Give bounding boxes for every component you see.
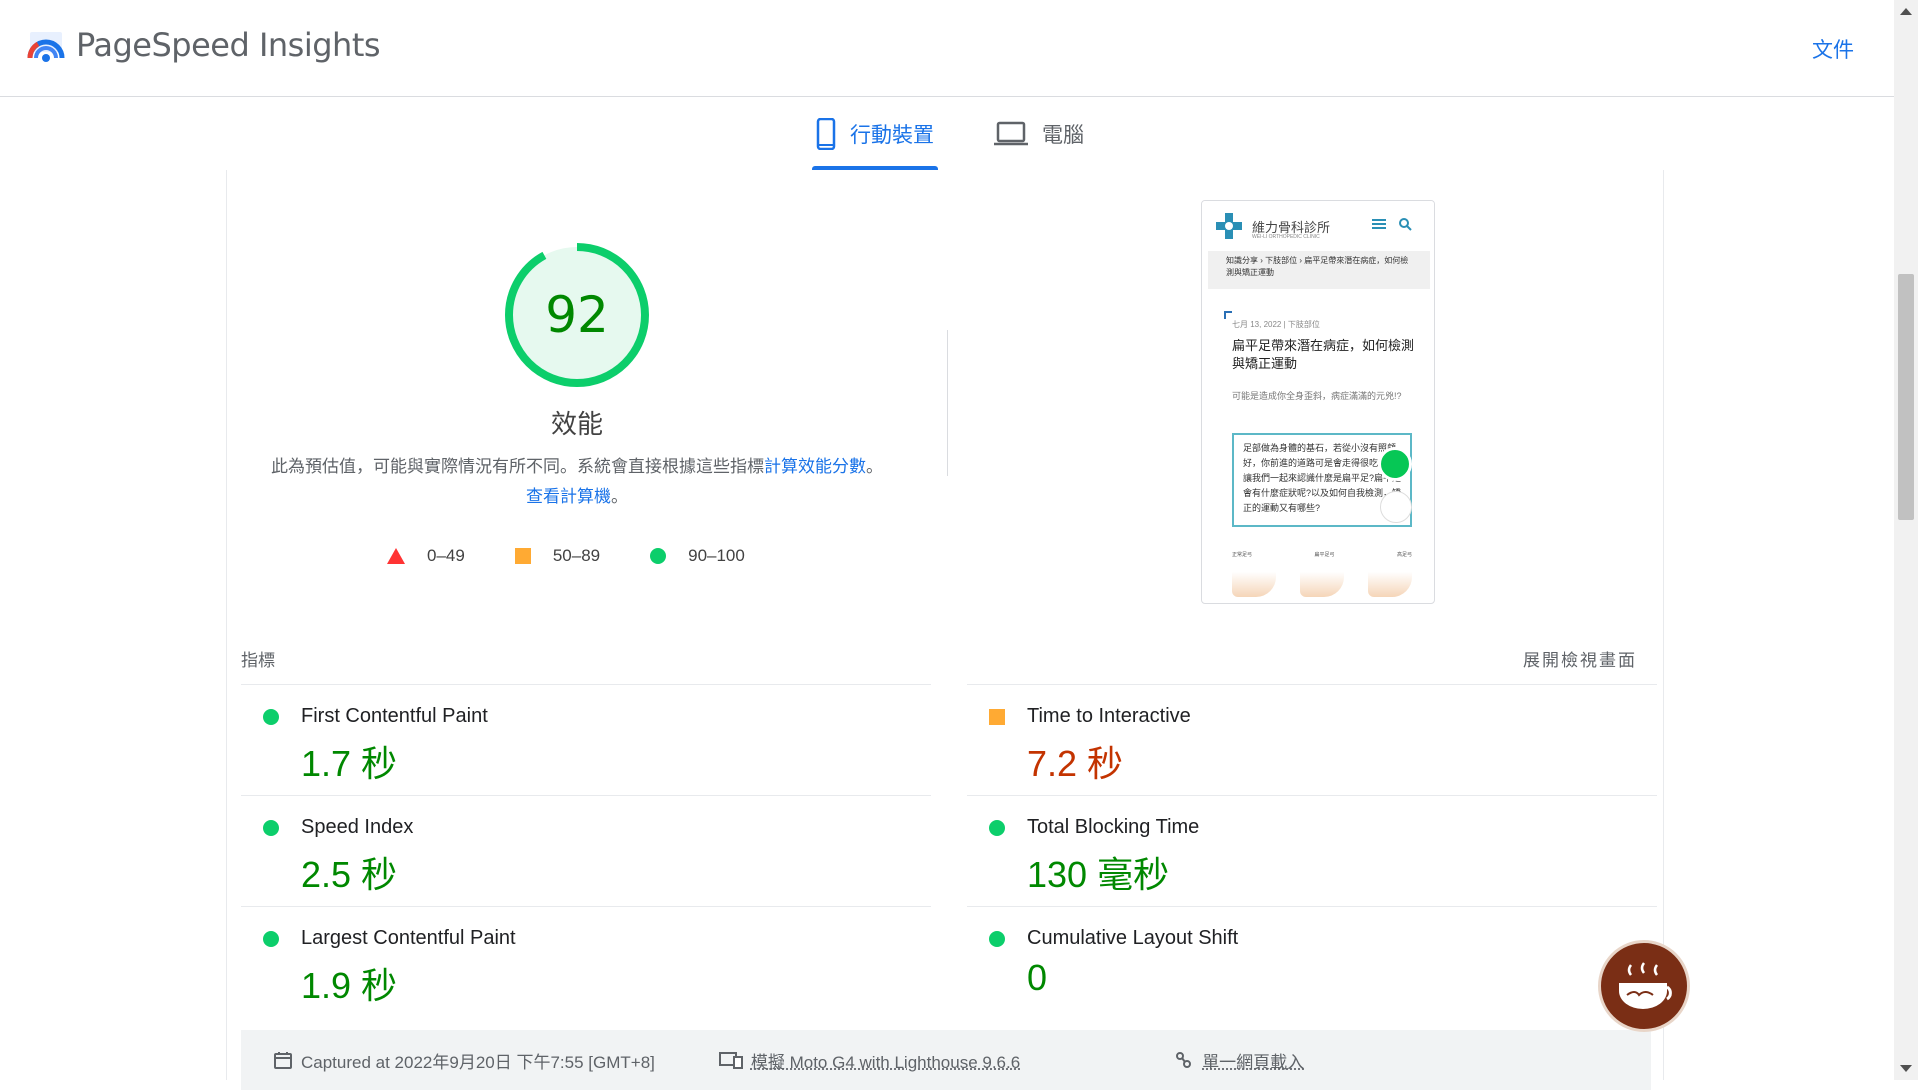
preview-date: 七月 13, 2022 | 下肢部位 — [1232, 320, 1320, 329]
tab-desktop[interactable]: 電腦 — [990, 98, 1088, 170]
pass-circle-icon — [263, 820, 279, 836]
foot-image — [1300, 561, 1344, 597]
metric-tbt: Total Blocking Time 130 毫秒 — [967, 795, 1657, 906]
performance-gauge: 92 — [502, 240, 652, 390]
metric-label: Total Blocking Time — [1027, 816, 1200, 838]
emulated-device[interactable]: 模擬 Moto G4 with Lighthouse 9.6.6 — [718, 1048, 1021, 1073]
devices-icon — [718, 1052, 743, 1069]
metric-label: Time to Interactive — [1027, 705, 1191, 727]
performance-label: 效能 — [550, 409, 603, 439]
page-load-info[interactable]: 單一網頁載入 — [1174, 1048, 1304, 1073]
pass-circle-icon — [263, 709, 279, 725]
brand-title[interactable]: PageSpeed Insights — [76, 26, 381, 64]
preview-breadcrumb: 知識分享 › 下肢部位 › 扁平足帶來潛在病症，如何檢測與矯正運動 — [1208, 251, 1430, 289]
legend-pass: 90–100 — [650, 546, 745, 566]
laptop-icon — [994, 121, 1028, 146]
metric-label: Speed Index — [301, 816, 414, 838]
description-end: 。 — [611, 487, 628, 506]
triangle-icon — [387, 548, 405, 564]
score-description: 此為預估值，可能與實際情況有所不同。系統會直接根據這些指標計算效能分數。查看計算… — [267, 452, 887, 512]
foot-image — [1232, 561, 1276, 597]
clinic-logo-icon — [1216, 213, 1242, 239]
metric-value: 7.2 秒 — [1027, 743, 1124, 784]
metric-lcp: Largest Contentful Paint 1.9 秒 — [241, 906, 931, 1017]
metric-value: 1.7 秒 — [301, 743, 398, 784]
metric-label: Cumulative Layout Shift — [1027, 927, 1239, 949]
page-scrollbar[interactable] — [1894, 0, 1918, 1080]
metric-fcp: First Contentful Paint 1.7 秒 — [241, 684, 931, 795]
calculator-link[interactable]: 查看計算機 — [526, 487, 611, 506]
foot-label: 扁平足弓 — [1314, 552, 1335, 558]
performance-score: 92 — [545, 286, 609, 344]
metric-si: Speed Index 2.5 秒 — [241, 795, 931, 906]
metric-value: 130 毫秒 — [1027, 854, 1170, 895]
metric-label: First Contentful Paint — [301, 705, 488, 727]
runtime-settings: Captured at 2022年9月20日 下午7:55 [GMT+8] 模擬… — [241, 1030, 1651, 1090]
pagespeed-logo-icon[interactable] — [26, 28, 66, 68]
square-icon — [514, 548, 531, 564]
score-legend: 0–49 50–89 90–100 — [387, 546, 745, 566]
calc-score-link[interactable]: 計算效能分數 — [764, 457, 866, 476]
preview-foot-images — [1232, 561, 1412, 597]
metric-cls: Cumulative Layout Shift 0 — [967, 906, 1657, 1017]
foot-image — [1368, 561, 1412, 597]
load-text: 單一網頁載入 — [1202, 1052, 1305, 1072]
buy-coffee-button[interactable] — [1598, 940, 1690, 1032]
scroll-down-icon[interactable] — [1900, 1065, 1912, 1072]
scroll-thumb[interactable] — [1898, 274, 1914, 520]
preview-site-sub: WEI-LI ORTHOPEDIC CLINIC — [1252, 234, 1320, 240]
metric-value: 2.5 秒 — [301, 854, 398, 895]
tab-mobile[interactable]: 行動裝置 — [812, 98, 938, 170]
foot-label: 正常足弓 — [1232, 552, 1253, 558]
metric-value: 1.9 秒 — [301, 965, 398, 1006]
legend-fail: 0–49 — [387, 546, 465, 566]
smartphone-icon — [816, 118, 836, 150]
description-text: 此為預估值，可能與實際情況有所不同。系統會直接根據這些指標 — [271, 457, 764, 476]
pass-circle-icon — [263, 931, 279, 947]
toc-icon — [1380, 491, 1412, 523]
tab-mobile-label: 行動裝置 — [850, 124, 934, 147]
line-chat-icon — [1378, 447, 1412, 481]
final-screenshot[interactable]: 維力骨科診所 WEI-LI ORTHOPEDIC CLINIC 知識分享 › 下… — [1201, 200, 1435, 604]
coffee-cup-icon — [1619, 962, 1672, 1009]
description-mid: 。 — [866, 457, 883, 476]
scroll-up-icon[interactable] — [1900, 8, 1912, 15]
captured-at: Captured at 2022年9月20日 下午7:55 [GMT+8] — [273, 1048, 655, 1073]
pass-circle-icon — [989, 931, 1005, 947]
captured-text: Captured at 2022年9月20日 下午7:55 [GMT+8] — [301, 1052, 655, 1072]
preview-title: 扁平足帶來潛在病症，如何檢測與矯正運動 — [1232, 338, 1415, 371]
single-load-icon — [1176, 1052, 1192, 1068]
search-icon — [1399, 218, 1412, 231]
calendar-icon — [274, 1052, 292, 1069]
preview-foot-labels: 正常足弓 扁平足弓 高足弓 — [1232, 551, 1412, 558]
metric-value: 0 — [1027, 957, 1048, 998]
report-content: 92 效能 此為預估值，可能與實際情況有所不同。系統會直接根據這些指標計算效能分… — [226, 170, 1664, 1090]
docs-link[interactable]: 文件 — [1812, 34, 1854, 64]
menu-icon — [1372, 219, 1386, 221]
tab-desktop-label: 電腦 — [1042, 124, 1084, 147]
legend-average-range: 50–89 — [552, 546, 601, 565]
metrics-heading: 指標 — [241, 651, 275, 670]
expand-view-toggle[interactable]: 展開檢視畫面 — [1523, 646, 1637, 671]
legend-pass-range: 90–100 — [688, 546, 745, 565]
foot-label: 高足弓 — [1396, 552, 1412, 558]
divider — [947, 330, 948, 476]
legend-average: 50–89 — [514, 546, 601, 566]
device-text: 模擬 Moto G4 with Lighthouse 9.6.6 — [750, 1052, 1021, 1072]
metric-tti: Time to Interactive 7.2 秒 — [967, 684, 1657, 795]
metric-label: Largest Contentful Paint — [301, 927, 516, 949]
pass-circle-icon — [989, 820, 1005, 836]
legend-fail-range: 0–49 — [427, 546, 465, 565]
preview-excerpt: 可能是造成你全身歪斜，病症滿滿的元兇!? — [1232, 391, 1402, 401]
average-square-icon — [989, 709, 1005, 725]
top-bar: PageSpeed Insights 文件 — [0, 0, 1894, 97]
circle-icon — [650, 548, 667, 564]
device-tabs: 行動裝置 電腦 — [0, 98, 1894, 170]
